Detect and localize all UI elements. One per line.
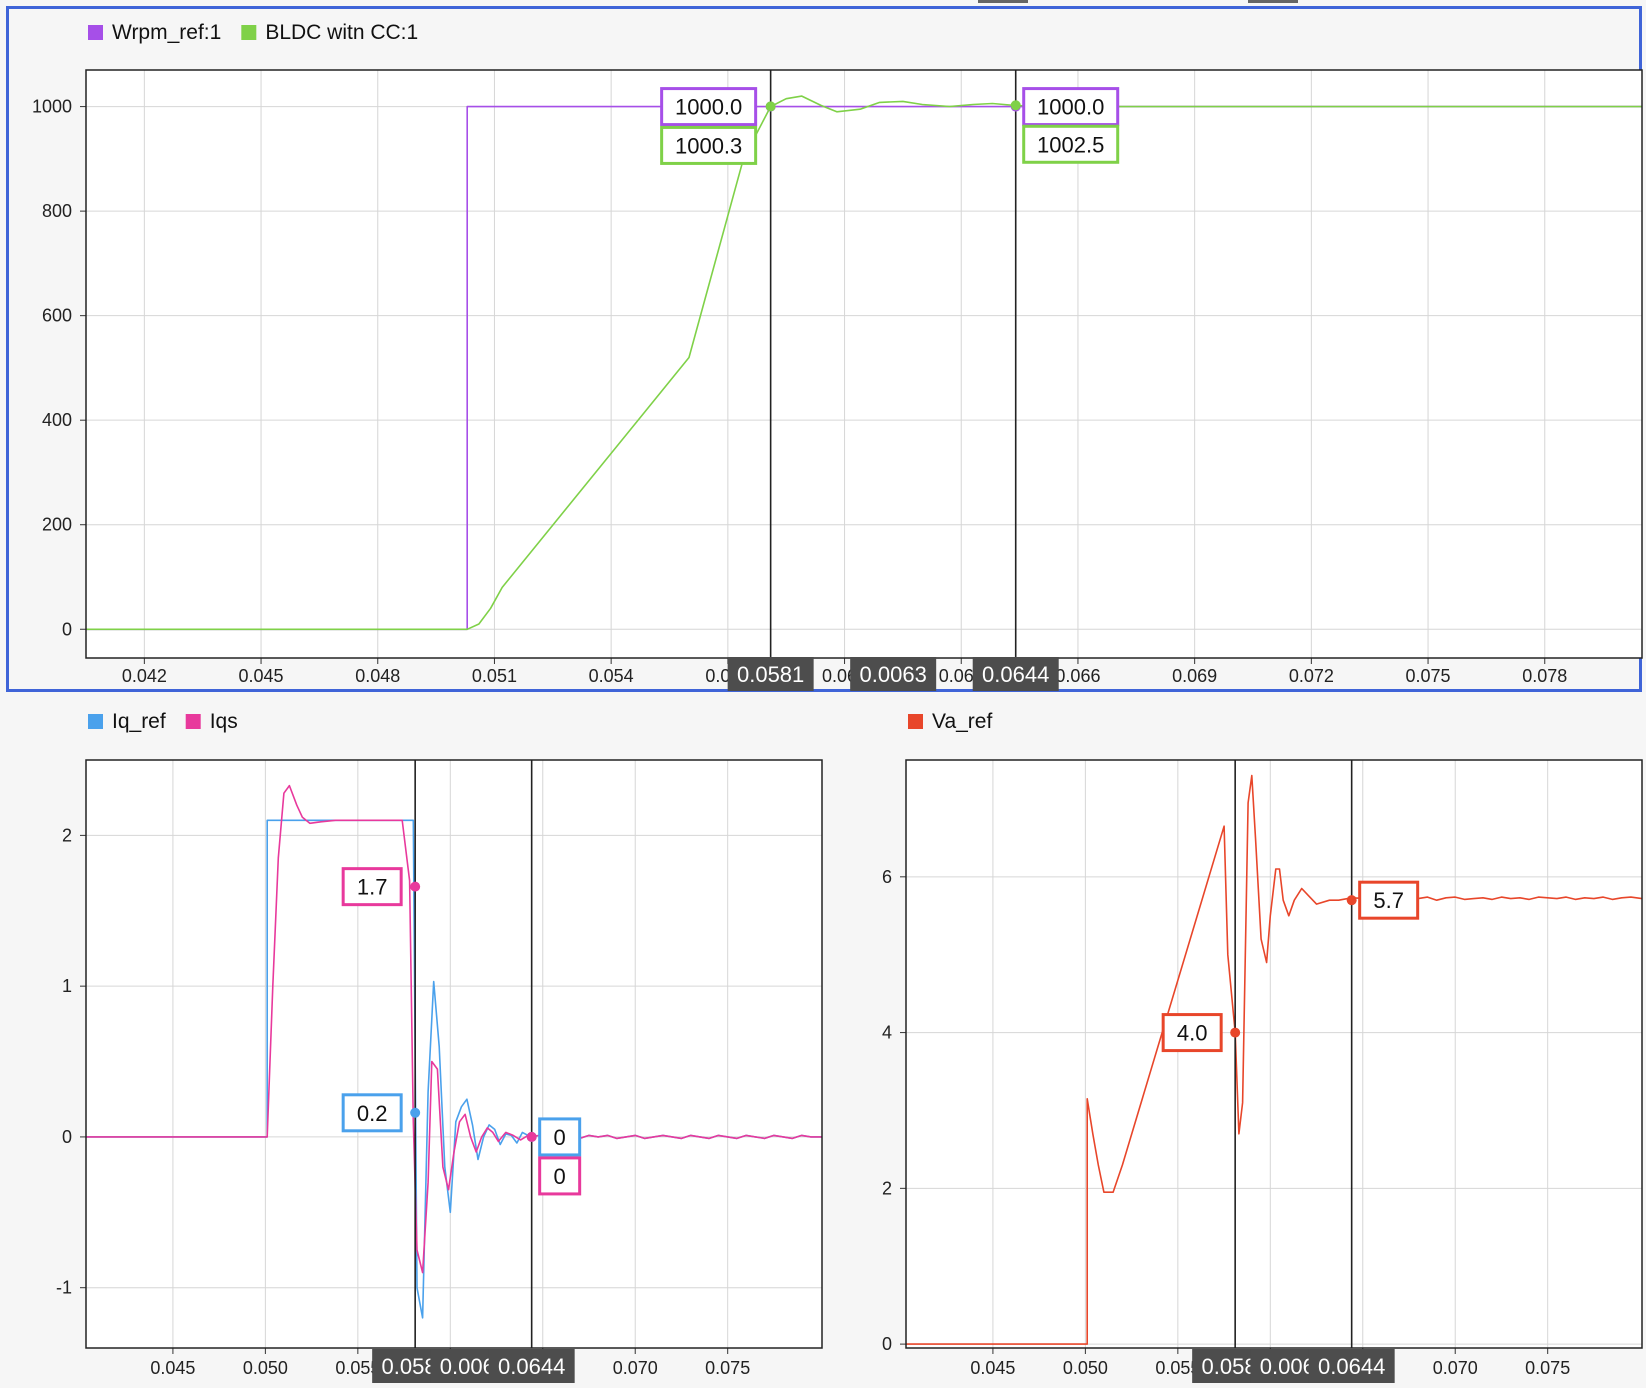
cursor-point [1346, 895, 1357, 906]
legend-label[interactable]: Va_ref [932, 710, 992, 733]
legend-swatch [908, 714, 923, 729]
cursor-x-label[interactable]: 0.0644 [1318, 1354, 1385, 1379]
voltage-chart: 0.0450.0500.0550.0600.0650.0700.0750246V… [882, 710, 1643, 1383]
y-tick-label: 2 [882, 1178, 892, 1198]
y-tick-label: 6 [882, 867, 892, 887]
cursor-point [1230, 1027, 1241, 1038]
x-tick-label: 0.045 [970, 1358, 1015, 1378]
x-tick-label: 0.070 [1433, 1358, 1478, 1378]
x-tick-label: 0.075 [1525, 1358, 1570, 1378]
y-tick-label: 0 [882, 1334, 892, 1354]
cursor-value-label: 4.0 [1177, 1021, 1208, 1046]
x-tick-label: 0.050 [1063, 1358, 1108, 1378]
y-tick-label: 4 [882, 1023, 892, 1043]
plot-area[interactable] [906, 760, 1642, 1348]
cursor-value-label: 5.7 [1373, 888, 1404, 913]
